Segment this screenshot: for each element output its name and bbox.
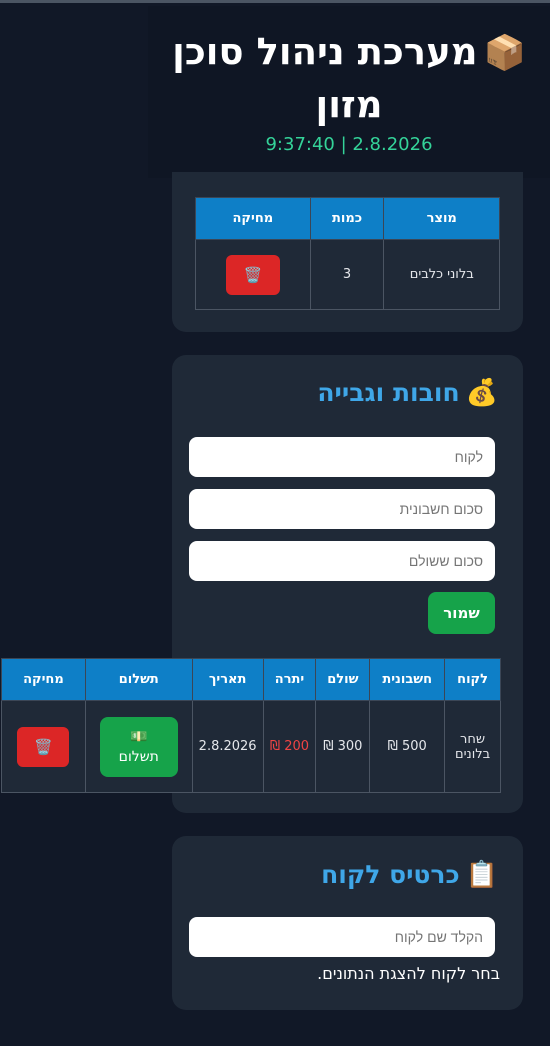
page-title-text: מערכת ניהול סוכן מזון bbox=[172, 30, 478, 126]
inventory-header-row: מוצר כמות מחיקה bbox=[195, 197, 500, 240]
col-customer: לקוח bbox=[444, 658, 501, 701]
delete-cell: 🗑️ bbox=[195, 239, 311, 310]
pay-button-label: תשלום bbox=[118, 748, 159, 765]
paid-cell: 300 ₪ bbox=[315, 700, 371, 793]
delete-button[interactable]: 🗑️ bbox=[225, 254, 280, 295]
qty-cell: 3 bbox=[309, 239, 385, 310]
col-payment: תשלום bbox=[84, 658, 193, 701]
debts-table: לקוח חשבונית שולם יתרה תאריך תשלום מחיקה… bbox=[1, 658, 501, 793]
package-icon: 📦 bbox=[483, 33, 526, 73]
cash-icon: 💵 bbox=[130, 728, 148, 745]
customer-card-title: 📋כרטיס לקוח bbox=[321, 860, 498, 890]
debts-title-text: חובות וגבייה bbox=[317, 378, 460, 407]
app-header: 📦מערכת ניהול סוכן מזון 9:37:40 | 2.8.202… bbox=[148, 6, 550, 178]
top-divider bbox=[0, 0, 550, 3]
delete-button[interactable]: 🗑️ bbox=[17, 726, 70, 767]
col-date: תאריך bbox=[191, 658, 264, 701]
inventory-table: מוצר כמות מחיקה בלוני כלבים 3 🗑️ bbox=[195, 197, 500, 310]
customer-cell: שחר בלונים bbox=[444, 700, 501, 793]
col-invoice: חשבונית bbox=[369, 658, 446, 701]
table-row: שחר בלונים 500 ₪ 300 ₪ 200 ₪ 2.8.2026 💵 … bbox=[1, 700, 501, 793]
invoice-amount-input[interactable] bbox=[189, 489, 495, 529]
col-qty: כמות bbox=[309, 197, 385, 240]
trash-icon: 🗑️ bbox=[243, 265, 263, 284]
col-delete: מחיקה bbox=[195, 197, 311, 240]
pay-button[interactable]: 💵 תשלום bbox=[99, 716, 178, 777]
clipboard-icon: 📋 bbox=[465, 860, 498, 890]
customer-card-title-text: כרטיס לקוח bbox=[321, 860, 460, 889]
save-button[interactable]: שמור bbox=[428, 592, 495, 634]
payment-cell: 💵 תשלום bbox=[84, 700, 193, 793]
delete-cell: 🗑️ bbox=[1, 700, 86, 793]
table-row: בלוני כלבים 3 🗑️ bbox=[195, 239, 500, 310]
invoice-cell: 500 ₪ bbox=[369, 700, 446, 793]
page-title: 📦מערכת ניהול סוכן מזון bbox=[148, 26, 550, 131]
col-paid: שולם bbox=[315, 658, 371, 701]
col-balance: יתרה bbox=[262, 658, 317, 701]
customer-hint: בחר לקוח להצגת הנתונים. bbox=[317, 964, 500, 983]
product-cell: בלוני כלבים bbox=[383, 239, 500, 310]
money-bag-icon: 💰 bbox=[465, 378, 498, 408]
trash-icon: 🗑️ bbox=[34, 737, 53, 756]
date-cell: 2.8.2026 bbox=[191, 700, 264, 793]
col-delete: מחיקה bbox=[1, 658, 86, 701]
debts-title: 💰חובות וגבייה bbox=[317, 378, 498, 408]
col-product: מוצר bbox=[383, 197, 500, 240]
debts-header-row: לקוח חשבונית שולם יתרה תאריך תשלום מחיקה bbox=[1, 658, 501, 701]
balance-cell: 200 ₪ bbox=[262, 700, 317, 793]
clock-display: 9:37:40 | 2.8.2026 bbox=[265, 134, 433, 155]
paid-amount-input[interactable] bbox=[189, 541, 495, 581]
customer-search-input[interactable] bbox=[189, 917, 495, 957]
customer-input[interactable] bbox=[189, 437, 495, 477]
